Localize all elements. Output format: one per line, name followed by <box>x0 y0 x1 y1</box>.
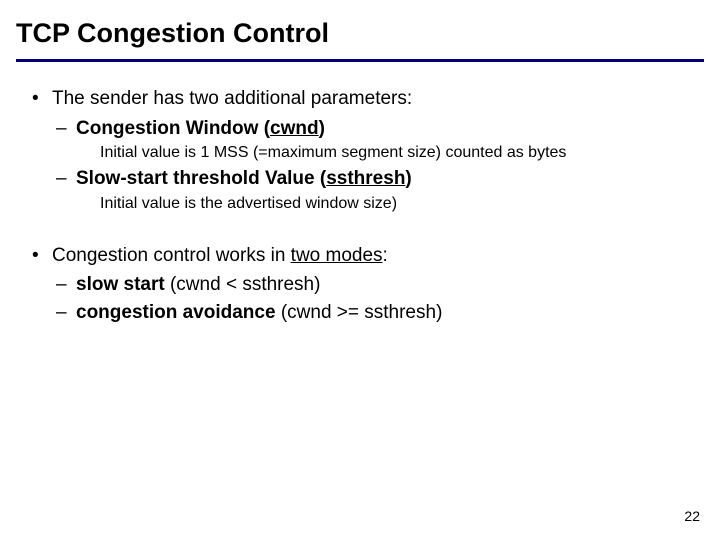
bullet-2-text: Congestion control works in two modes: <box>52 245 388 266</box>
bullet-2-sub-2-label: congestion avoidance <box>76 302 276 323</box>
bullet-1-sub-2: Slow-start threshold Value (ssthresh) In… <box>52 166 704 214</box>
bullet-1-sub-2-label: Slow-start threshold Value (ssthresh) <box>76 168 412 189</box>
page-number: 22 <box>684 508 700 524</box>
bullet-2-sub-1-label: slow start <box>76 274 165 295</box>
bullet-1-sub-2-note: Initial value is the advertised window s… <box>76 194 704 215</box>
title-rule <box>16 59 704 62</box>
bullet-1-sub-1: Congestion Window (cwnd) Initial value i… <box>52 116 704 164</box>
bullet-1: The sender has two additional parameters… <box>24 86 704 215</box>
bullet-1-sub-1-label: Congestion Window (cwnd) <box>76 118 325 139</box>
bullet-2-sub-1-cond: (cwnd < ssthresh) <box>165 274 321 295</box>
bullet-1-sub-1-note: Initial value is 1 MSS (=maximum segment… <box>76 143 704 164</box>
bullet-2-sub-2-cond: (cwnd >= ssthresh) <box>276 302 443 323</box>
slide-title: TCP Congestion Control <box>16 18 704 49</box>
slide-content: The sender has two additional parameters… <box>16 86 704 325</box>
bullet-1-text: The sender has two additional parameters… <box>52 88 412 109</box>
bullet-2-sub-1: slow start (cwnd < ssthresh) <box>52 272 704 298</box>
bullet-2-sub-2: congestion avoidance (cwnd >= ssthresh) <box>52 300 704 326</box>
bullet-2: Congestion control works in two modes: s… <box>24 243 704 326</box>
